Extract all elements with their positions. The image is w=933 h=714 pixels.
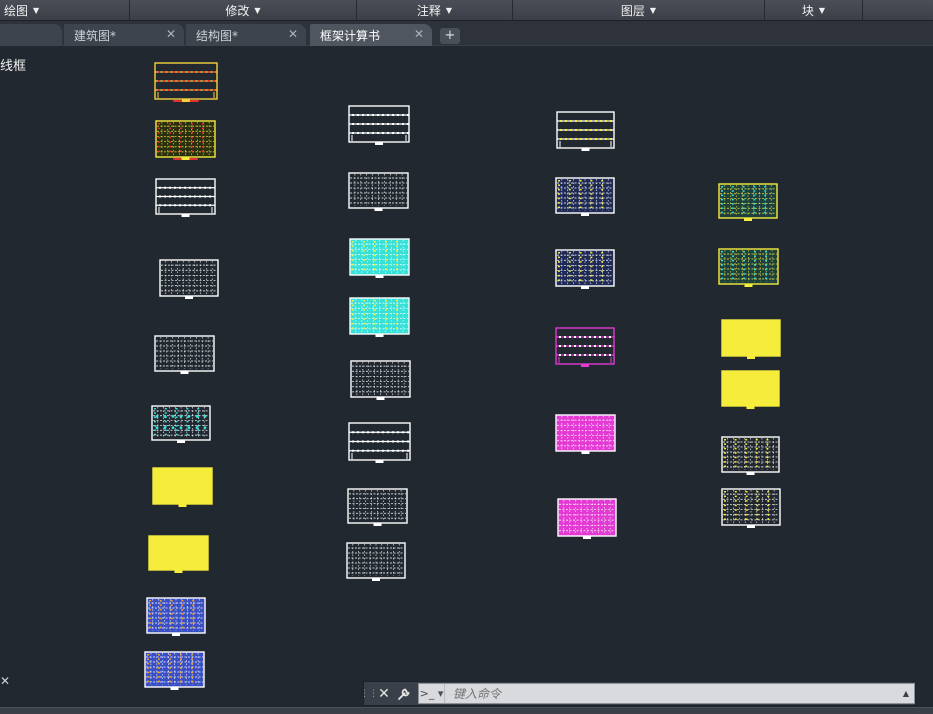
drawing-sheet-thumbnail[interactable] (346, 542, 406, 583)
panel-draw[interactable]: 绘图 ▼ (0, 0, 130, 21)
drawing-sheet-thumbnail[interactable] (146, 597, 206, 638)
drawing-sheet-thumbnail[interactable] (349, 238, 410, 280)
drawing-sheet-thumbnail[interactable] (154, 62, 218, 104)
drawing-sheet-thumbnail[interactable] (350, 360, 411, 402)
drawing-sheet-thumbnail[interactable] (348, 422, 411, 465)
drawing-sheet-thumbnail[interactable] (348, 105, 410, 147)
drawing-sheet-thumbnail[interactable] (349, 297, 410, 339)
tab-architectural[interactable]: 建筑图* ✕ (64, 24, 184, 46)
chevron-down-icon: ▼ (445, 6, 453, 15)
drawing-sheet-thumbnail[interactable] (151, 405, 211, 445)
drawing-sheet-thumbnail[interactable] (152, 467, 213, 509)
viewport-style-label[interactable]: 线框 (0, 55, 26, 74)
ribbon-panel-bar: 绘图 ▼ 修改 ▼ 注释 ▼ 图层 ▼ 块 ▼ (0, 0, 933, 21)
drawing-sheet-thumbnail[interactable] (159, 259, 219, 301)
tab-architectural-label: 建筑图* (74, 28, 117, 43)
drawing-sheet-thumbnail[interactable] (148, 535, 209, 575)
tab-start[interactable] (0, 24, 62, 46)
panel-block[interactable]: 块 ▼ (765, 0, 863, 21)
command-input[interactable] (445, 684, 898, 703)
chevron-down-icon: ▼ (649, 6, 657, 15)
drawing-sheet-thumbnail[interactable] (347, 488, 408, 528)
tab-structural[interactable]: 结构图* ✕ (186, 24, 306, 46)
tab-frame-calc-label: 框架计算书 (320, 28, 381, 43)
chevron-down-icon: ▼ (818, 6, 826, 15)
command-line: ⋮⋮ ✕ >_ ▾ ▲ (360, 681, 916, 706)
drawing-sheet-thumbnail[interactable] (721, 370, 780, 411)
drawing-sheet-thumbnail[interactable] (556, 111, 615, 153)
drawing-sheet-thumbnail[interactable] (555, 327, 615, 369)
drawing-sheet-thumbnail[interactable] (348, 172, 409, 213)
panel-layers[interactable]: 图层 ▼ (513, 0, 765, 21)
new-tab-button[interactable]: + (440, 28, 460, 44)
drawing-sheet-thumbnail[interactable] (155, 178, 216, 219)
wrench-icon[interactable] (394, 684, 414, 704)
chevron-down-icon: ▼ (33, 6, 40, 15)
close-icon[interactable]: ✕ (374, 684, 394, 704)
panel-block-label: 块 (801, 4, 814, 18)
cad-application: 绘图 ▼ 修改 ▼ 注释 ▼ 图层 ▼ 块 ▼ 建筑图* ✕ 结构图* ✕ 框架计算书 ✕ + … (0, 0, 933, 714)
status-bar (0, 707, 933, 714)
drawing-sheet-thumbnail[interactable] (555, 414, 616, 456)
close-icon[interactable]: ✕ (166, 27, 176, 41)
drawing-sheet-thumbnail[interactable] (721, 436, 780, 477)
panel-modify[interactable]: 修改 ▼ (130, 0, 357, 21)
chevron-up-icon[interactable]: ▲ (898, 684, 914, 703)
panel-layers-label: 图层 (620, 4, 645, 18)
panel-modify-label: 修改 (225, 4, 250, 18)
ucs-icon: ✕ (0, 674, 11, 688)
drawing-sheet-thumbnail[interactable] (718, 183, 778, 223)
panel-annotate[interactable]: 注释 ▼ (357, 0, 513, 21)
close-icon[interactable]: ✕ (288, 27, 298, 41)
drawing-sheet-thumbnail[interactable] (557, 498, 617, 541)
panel-extra[interactable] (863, 0, 933, 21)
drawing-canvas[interactable]: 线框 ✕ (0, 47, 933, 706)
file-tabs-bar: 建筑图* ✕ 结构图* ✕ 框架计算书 ✕ + (0, 21, 933, 46)
close-icon[interactable]: ✕ (414, 27, 424, 41)
grip-handle-icon[interactable]: ⋮⋮ (360, 682, 378, 705)
drawing-sheet-thumbnail[interactable] (155, 120, 216, 162)
command-input-container: >_ ▾ ▲ (418, 683, 915, 704)
tab-frame-calc[interactable]: 框架计算书 ✕ (310, 24, 432, 46)
tab-structural-label: 结构图* (196, 28, 239, 43)
command-prompt-icon[interactable]: >_ ▾ (419, 684, 445, 703)
chevron-down-icon: ▼ (254, 6, 261, 15)
drawing-sheet-thumbnail[interactable] (144, 651, 205, 692)
panel-draw-label: 绘图 (4, 4, 29, 18)
panel-annotate-label: 注释 (416, 4, 441, 18)
drawing-sheet-thumbnail[interactable] (154, 335, 215, 376)
drawing-sheet-thumbnail[interactable] (718, 248, 779, 289)
drawing-sheet-thumbnail[interactable] (555, 249, 615, 291)
drawing-sheet-thumbnail[interactable] (721, 488, 781, 530)
drawing-sheet-thumbnail[interactable] (721, 319, 781, 361)
drawing-sheet-thumbnail[interactable] (555, 177, 615, 218)
